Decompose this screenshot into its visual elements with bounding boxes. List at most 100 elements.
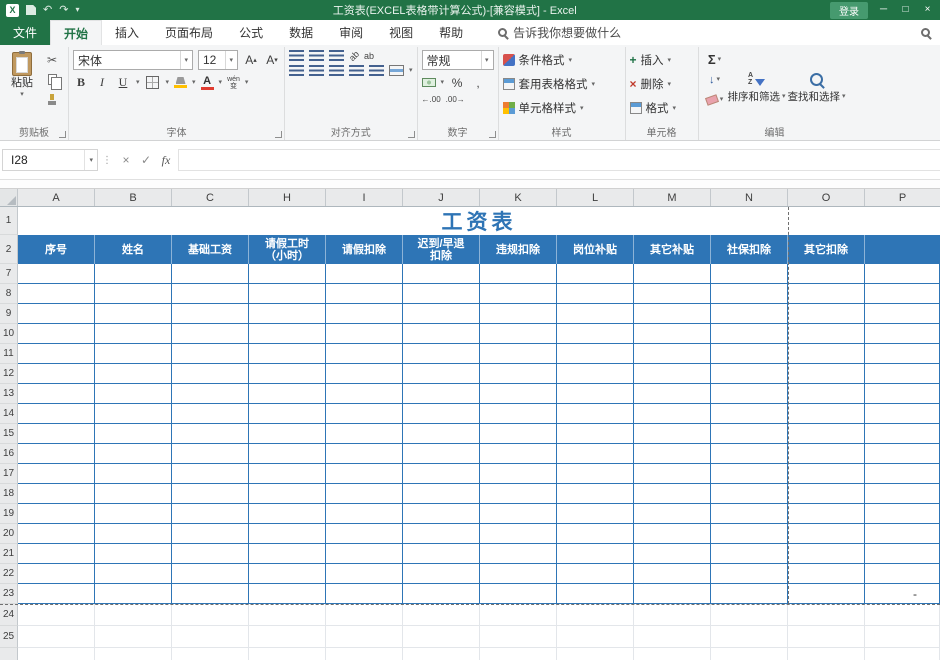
cell-N22[interactable] — [711, 564, 788, 584]
middle-align-icon[interactable] — [309, 50, 324, 61]
cell-B9[interactable] — [95, 304, 172, 324]
cell-H8[interactable] — [249, 284, 326, 304]
row-header-17[interactable]: 17 — [0, 464, 18, 484]
table-header-I[interactable]: 请假扣除 — [326, 235, 403, 264]
cell-M17[interactable] — [634, 464, 711, 484]
cell-B17[interactable] — [95, 464, 172, 484]
accounting-dropdown-icon[interactable]: ▾ — [441, 79, 445, 86]
table-header-M[interactable]: 其它补贴 — [634, 235, 711, 264]
cell-J20[interactable] — [403, 524, 480, 544]
increase-indent-icon[interactable] — [369, 65, 384, 76]
format-cells-button[interactable]: 格式 ▾ — [630, 98, 694, 118]
cell-H-partial[interactable] — [249, 648, 326, 660]
cell-styles-button[interactable]: 单元格样式 ▾ — [503, 98, 621, 118]
table-header-O[interactable]: 其它扣除 — [788, 235, 865, 264]
borders-icon[interactable] — [145, 74, 161, 91]
cell-M14[interactable] — [634, 404, 711, 424]
cell-L19[interactable] — [557, 504, 634, 524]
cell-A15[interactable] — [18, 424, 95, 444]
tab-help[interactable]: 帮助 — [426, 20, 476, 45]
cell-O8[interactable] — [788, 284, 865, 304]
column-header-A[interactable]: A — [18, 189, 95, 206]
cell-B16[interactable] — [95, 444, 172, 464]
cell-N9[interactable] — [711, 304, 788, 324]
cell-I7[interactable] — [326, 264, 403, 284]
cell-H16[interactable] — [249, 444, 326, 464]
cell-P-partial[interactable] — [865, 648, 940, 660]
redo-icon[interactable]: ↷ — [59, 5, 68, 16]
cell-C24[interactable] — [172, 604, 249, 626]
cell-L-partial[interactable] — [557, 648, 634, 660]
cell-P24[interactable] — [865, 604, 940, 626]
cell-I10[interactable] — [326, 324, 403, 344]
cell-P22[interactable] — [865, 564, 940, 584]
cell-A11[interactable] — [18, 344, 95, 364]
cell-H18[interactable] — [249, 484, 326, 504]
cell-C22[interactable] — [172, 564, 249, 584]
row-header-1[interactable]: 1 — [0, 207, 18, 235]
cell-L12[interactable] — [557, 364, 634, 384]
cell-P13[interactable] — [865, 384, 940, 404]
cell-J24[interactable] — [403, 604, 480, 626]
cell-K19[interactable] — [480, 504, 557, 524]
cell-C16[interactable] — [172, 444, 249, 464]
cell-P7[interactable] — [865, 264, 940, 284]
cell-N25[interactable] — [711, 626, 788, 648]
tab-home[interactable]: 开始 — [50, 20, 102, 45]
name-box[interactable]: I28 ▾ — [2, 149, 98, 171]
table-header-K[interactable]: 违规扣除 — [480, 235, 557, 264]
row-header-9[interactable]: 9 — [0, 304, 18, 324]
comma-style-icon[interactable]: , — [470, 74, 486, 91]
cell-A13[interactable] — [18, 384, 95, 404]
row-header-16[interactable]: 16 — [0, 444, 18, 464]
row-header-14[interactable]: 14 — [0, 404, 18, 424]
cell-I20[interactable] — [326, 524, 403, 544]
italic-button[interactable]: I — [94, 74, 110, 91]
cell-N18[interactable] — [711, 484, 788, 504]
cell-C20[interactable] — [172, 524, 249, 544]
decrease-indent-icon[interactable] — [349, 65, 364, 76]
cell-H10[interactable] — [249, 324, 326, 344]
sort-filter-button[interactable]: AZ 排序和筛选▾ — [727, 50, 787, 126]
cell-L22[interactable] — [557, 564, 634, 584]
cell-O15[interactable] — [788, 424, 865, 444]
cell-J18[interactable] — [403, 484, 480, 504]
excel-logo-icon[interactable]: X — [6, 4, 19, 17]
column-header-I[interactable]: I — [326, 189, 403, 206]
cell-I15[interactable] — [326, 424, 403, 444]
cell-M25[interactable] — [634, 626, 711, 648]
cell-B18[interactable] — [95, 484, 172, 504]
table-header-J[interactable]: 迟到/早退 扣除 — [403, 235, 480, 264]
cell-K-partial[interactable] — [480, 648, 557, 660]
cell-K10[interactable] — [480, 324, 557, 344]
cell-P25[interactable] — [865, 626, 940, 648]
cell-H25[interactable] — [249, 626, 326, 648]
column-header-K[interactable]: K — [480, 189, 557, 206]
cell-J11[interactable] — [403, 344, 480, 364]
cell-N7[interactable] — [711, 264, 788, 284]
cut-icon[interactable]: ✂ — [42, 52, 62, 67]
cell-H11[interactable] — [249, 344, 326, 364]
cell-P11[interactable] — [865, 344, 940, 364]
bold-button[interactable]: B — [73, 74, 89, 91]
cell-O13[interactable] — [788, 384, 865, 404]
cell-N14[interactable] — [711, 404, 788, 424]
cell-C25[interactable] — [172, 626, 249, 648]
top-align-icon[interactable] — [289, 50, 304, 61]
cell-O11[interactable] — [788, 344, 865, 364]
align-left-icon[interactable] — [289, 65, 304, 76]
cell-J7[interactable] — [403, 264, 480, 284]
cell-J9[interactable] — [403, 304, 480, 324]
cell-N24[interactable] — [711, 604, 788, 626]
cell-M13[interactable] — [634, 384, 711, 404]
cell-K18[interactable] — [480, 484, 557, 504]
cell-L13[interactable] — [557, 384, 634, 404]
row-header-7[interactable]: 7 — [0, 264, 18, 284]
cell-O7[interactable] — [788, 264, 865, 284]
cell-O23[interactable] — [788, 584, 865, 604]
tab-file[interactable]: 文件 — [0, 20, 50, 45]
cell-C15[interactable] — [172, 424, 249, 444]
cell-B7[interactable] — [95, 264, 172, 284]
cell-A8[interactable] — [18, 284, 95, 304]
cell-K17[interactable] — [480, 464, 557, 484]
